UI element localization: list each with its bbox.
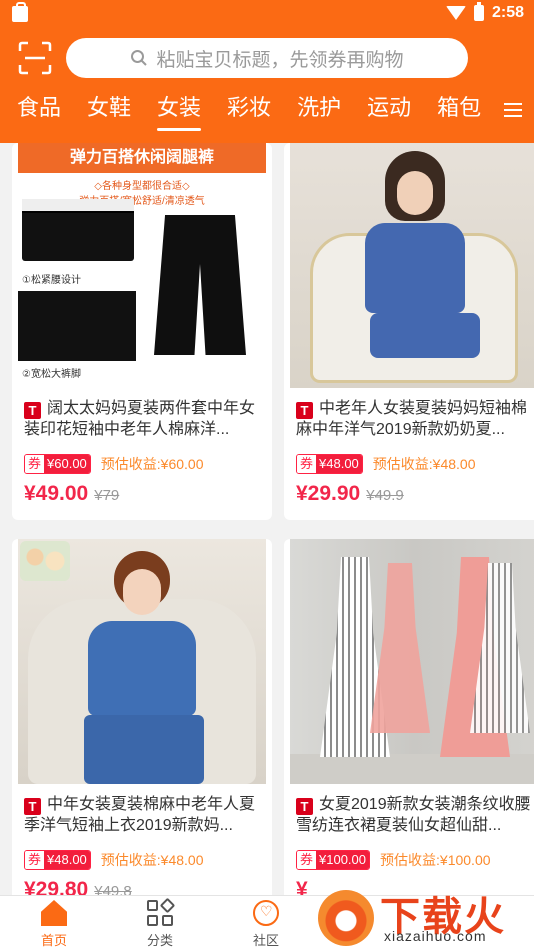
tab-makeup[interactable]: 彩妆 xyxy=(227,90,271,130)
product-grid: 弹力百搭休闲阔腿裤 ◇各种身型都很合适◇ 弹力百搭/宽松舒适/清凉透气 ①松紧腰设… xyxy=(0,143,534,895)
tmall-icon: T xyxy=(296,402,313,419)
price-row: ¥49.00 ¥79 xyxy=(12,474,272,520)
search-row: 粘贴宝贝标题，先领券再购物 xyxy=(0,38,534,80)
category-tabs: 食品 女鞋 女装 彩妆 洗护 运动 箱包 | xyxy=(0,90,534,140)
nav-home-label: 首页 xyxy=(40,933,67,948)
original-price: ¥79 xyxy=(94,487,120,504)
product-image[interactable] xyxy=(290,539,534,784)
search-input[interactable]: 粘贴宝贝标题，先领券再购物 xyxy=(66,38,468,78)
tab-womens-clothing[interactable]: 女装 xyxy=(157,90,202,131)
current-price: ¥49.00 xyxy=(24,482,89,505)
scan-icon[interactable] xyxy=(18,41,52,75)
original-price: ¥49.8 xyxy=(94,883,132,895)
search-icon xyxy=(131,50,148,66)
nav-home[interactable]: 首页 xyxy=(14,900,94,949)
coupon-row: 券 ¥60.00 预估收益:¥60.00 xyxy=(12,442,272,474)
tmall-icon: T xyxy=(24,402,41,419)
pants-waist-photo xyxy=(22,199,134,261)
price-row: ¥29.90 ¥49.9 xyxy=(284,474,534,520)
watermark-logo: 下载火 xiazaihuo.com xyxy=(312,884,532,948)
tab-bags[interactable]: 箱包 xyxy=(437,90,481,130)
menu-icon[interactable] xyxy=(492,90,534,130)
estimated-earnings: 预估收益:¥100.00 xyxy=(380,852,491,868)
current-price: ¥29.80 xyxy=(24,878,89,895)
product-title[interactable]: T 中老年人女装夏装妈妈短袖棉麻中年洋气2019新款奶奶夏... xyxy=(284,388,534,442)
coupon-badge: 券 ¥48.00 xyxy=(24,850,91,870)
pants-hem-photo xyxy=(18,291,136,361)
status-time: 2:58 xyxy=(491,4,524,21)
estimated-earnings: 预估收益:¥48.00 xyxy=(100,852,204,868)
coupon-badge: 券 ¥48.00 xyxy=(296,454,363,474)
tab-toiletries[interactable]: 洗护 xyxy=(297,90,341,130)
tmall-icon: T xyxy=(24,798,41,815)
current-price: ¥ xyxy=(296,878,308,895)
image-note: ①松紧腰设计 xyxy=(22,275,81,286)
watermark-url: xiazaihuo.com xyxy=(384,928,487,944)
tab-sports[interactable]: 运动 xyxy=(367,90,411,130)
nav-category[interactable]: 分类 xyxy=(120,897,200,949)
image-note: ②宽松大裤脚 xyxy=(22,369,81,380)
product-title[interactable]: T 阔太太妈妈夏装两件套中年女装印花短袖中老年人棉麻洋... xyxy=(12,388,272,442)
home-icon xyxy=(41,900,67,926)
coupon-badge: 券 ¥60.00 xyxy=(24,454,91,474)
product-title[interactable]: T 中年女装夏装棉麻中老年人夏季洋气短袖上衣2019新款妈... xyxy=(12,784,272,838)
watermark-icon xyxy=(318,890,374,946)
app-header: 2:58 粘贴宝贝标题，先领券再购物 食品 女鞋 女装 彩妆 洗护 运动 箱包 … xyxy=(0,0,534,143)
product-image[interactable] xyxy=(290,143,534,388)
nav-community-label: 社区 xyxy=(252,933,279,948)
coupon-row: 券 ¥100.00 预估收益:¥100.00 xyxy=(284,838,534,870)
product-card[interactable]: T 中年女装夏装棉麻中老年人夏季洋气短袖上衣2019新款妈... 券 ¥48.00 … xyxy=(12,539,272,895)
product-card[interactable]: T 女夏2019新款女装潮条纹收腰雪纺连衣裙夏装仙女超仙甜... 券 ¥100.00… xyxy=(284,539,534,895)
status-icons: 2:58 xyxy=(445,2,524,22)
nav-community[interactable]: 社区 xyxy=(226,900,306,949)
coupon-badge: 券 ¥100.00 xyxy=(296,850,371,870)
community-icon xyxy=(253,900,279,926)
tmall-icon: T xyxy=(296,798,313,815)
status-bar: 2:58 xyxy=(0,0,534,30)
product-image[interactable] xyxy=(18,539,266,784)
product-card[interactable]: T 中老年人女装夏装妈妈短袖棉麻中年洋气2019新款奶奶夏... 券 ¥48.00 … xyxy=(284,143,534,520)
category-icon xyxy=(147,897,176,926)
wifi-icon xyxy=(445,6,466,20)
current-price: ¥29.90 xyxy=(296,482,361,505)
battery-icon xyxy=(473,2,484,21)
estimated-earnings: 预估收益:¥60.00 xyxy=(100,456,204,472)
product-title[interactable]: T 女夏2019新款女装潮条纹收腰雪纺连衣裙夏装仙女超仙甜... xyxy=(284,784,534,838)
original-price: ¥49.9 xyxy=(366,487,404,504)
product-image[interactable]: 弹力百搭休闲阔腿裤 ◇各种身型都很合适◇ 弹力百搭/宽松舒适/清凉透气 ①松紧腰设… xyxy=(18,143,266,388)
tab-food[interactable]: 食品 xyxy=(17,90,61,130)
price-row: ¥29.80 ¥49.8 xyxy=(12,870,272,895)
nav-category-label: 分类 xyxy=(146,933,173,948)
search-placeholder: 粘贴宝贝标题，先领券再购物 xyxy=(156,49,404,71)
image-banner: 弹力百搭休闲阔腿裤 xyxy=(18,143,266,173)
shopping-bag-icon xyxy=(12,2,28,22)
pants-photo xyxy=(154,215,246,355)
tab-womens-shoes[interactable]: 女鞋 xyxy=(87,90,131,130)
coupon-row: 券 ¥48.00 预估收益:¥48.00 xyxy=(12,838,272,870)
coupon-row: 券 ¥48.00 预估收益:¥48.00 xyxy=(284,442,534,474)
estimated-earnings: 预估收益:¥48.00 xyxy=(372,456,476,472)
product-card[interactable]: 弹力百搭休闲阔腿裤 ◇各种身型都很合适◇ 弹力百搭/宽松舒适/清凉透气 ①松紧腰设… xyxy=(12,143,272,520)
